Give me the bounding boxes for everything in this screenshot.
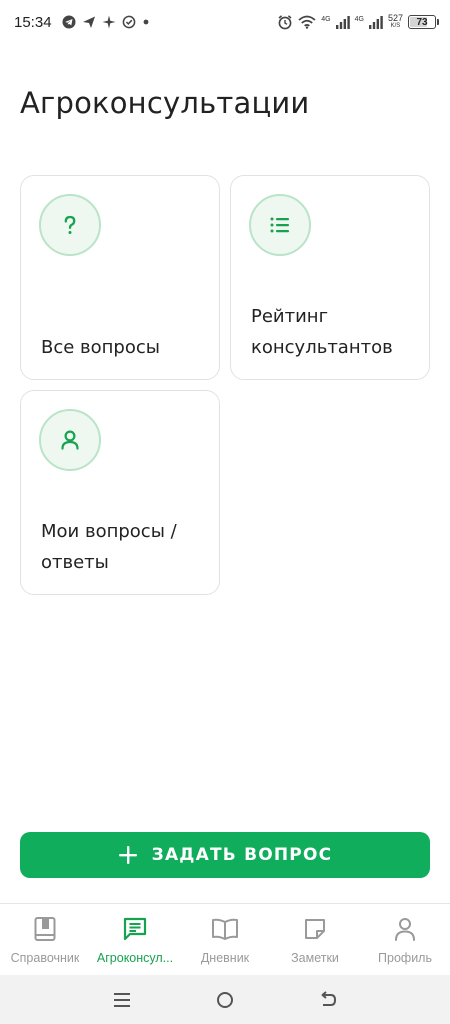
network-speed-unit: K/S [390,23,401,29]
consultant-rating-label-line2: консультантов [251,337,393,358]
nav-item-reference[interactable]: Справочник [0,904,90,975]
sparkle-icon [102,15,116,29]
consultant-rating-card[interactable]: Рейтинг консультантов [230,175,430,380]
nav-label-diary: Дневник [200,951,250,965]
my-questions-label-line2: ответы [41,552,109,573]
home-icon[interactable] [205,980,245,1020]
note-icon [303,914,327,944]
network-type-label: 4G [321,16,331,23]
profile-icon [393,914,417,944]
chat-icon [122,914,148,944]
signal-icon [335,15,350,29]
all-questions-label: Все вопросы [41,337,160,358]
nav-item-agroconsult[interactable]: Агроконсул... [90,904,180,975]
battery-level: 73 [416,16,428,28]
system-navigation-bar [0,975,450,1024]
all-questions-card[interactable]: Все вопросы [20,175,220,380]
ask-question-label: ЗАДАТЬ ВОПРОС [151,845,333,865]
network-speed-value: 527 [387,13,403,23]
status-left: 15:34 [14,14,150,31]
consultant-rating-label: Рейтинг консультантов [251,301,393,363]
alarm-icon [277,14,293,30]
list-icon [249,194,311,256]
battery-icon: 73 [408,15,439,29]
check-circle-icon [122,15,136,29]
telegram-icon [62,15,76,29]
nav-item-profile[interactable]: Профиль [360,904,450,975]
nav-label-agroconsult: Агроконсул... [96,951,174,965]
book-icon [33,914,57,944]
nav-item-notes[interactable]: Заметки [270,904,360,975]
status-bar: 15:34 4G 4G 527 K/S 73 [0,0,450,44]
my-questions-card[interactable]: Мои вопросы / ответы [20,390,220,595]
my-questions-label-line1: Мои вопросы / [41,521,177,542]
status-time: 15:34 [14,13,52,31]
nav-item-diary[interactable]: Дневник [180,904,270,975]
plus-icon [118,845,138,865]
signal-icon-2 [368,15,383,29]
dot-icon [142,18,150,26]
wifi-icon [298,15,316,29]
ask-question-button[interactable]: ЗАДАТЬ ВОПРОС [20,832,430,878]
nav-label-notes: Заметки [291,951,339,965]
consultant-rating-label-line1: Рейтинг [251,306,329,327]
send-icon [82,15,96,29]
status-right: 4G 4G 527 K/S 73 [277,14,439,30]
network-speed: 527 K/S [388,14,403,30]
back-icon[interactable] [308,980,348,1020]
nav-label-profile: Профиль [378,951,432,965]
page-title: Агроконсультации [20,86,310,120]
network-type-label-2: 4G [354,16,364,23]
my-questions-label: Мои вопросы / ответы [41,516,177,578]
open-book-icon [211,914,239,944]
bottom-navigation: Справочник Агроконсул... Дневник Заметки… [0,903,450,975]
nav-label-reference: Справочник [10,951,80,965]
menu-icon[interactable] [102,980,142,1020]
question-mark-icon [39,194,101,256]
person-icon [39,409,101,471]
